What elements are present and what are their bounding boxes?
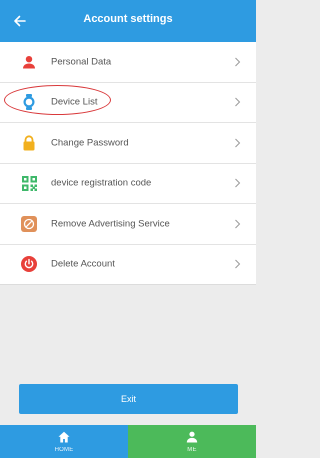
menu-item-label: Remove Advertising Service xyxy=(51,218,170,230)
menu-item-change-password[interactable]: Change Password xyxy=(0,123,256,164)
watch-icon xyxy=(20,93,38,111)
tab-me-label: ME xyxy=(187,447,197,453)
settings-menu: Personal Data Device List Change Passwor… xyxy=(0,42,256,285)
ad-icon xyxy=(20,215,38,233)
person-icon xyxy=(20,53,38,71)
tab-home[interactable]: HOME xyxy=(0,425,128,458)
menu-item-label: Personal Data xyxy=(51,56,112,68)
page-title: Account settings xyxy=(83,13,173,25)
tab-me[interactable]: ME xyxy=(128,425,256,458)
chevron-right-icon xyxy=(232,138,242,148)
menu-item-label: device registration code xyxy=(51,177,152,189)
menu-item-label: Change Password xyxy=(51,137,129,149)
lock-icon xyxy=(20,134,38,152)
menu-item-label: Delete Account xyxy=(51,258,115,270)
chevron-right-icon xyxy=(232,259,242,269)
chevron-right-icon xyxy=(232,219,242,229)
person-icon xyxy=(185,430,199,444)
menu-item-remove-advertising[interactable]: Remove Advertising Service xyxy=(0,204,256,245)
top-bar: Account settings xyxy=(0,0,256,42)
chevron-right-icon xyxy=(232,178,242,188)
home-icon xyxy=(57,430,71,444)
chevron-right-icon xyxy=(232,57,242,67)
menu-item-registration-code[interactable]: device registration code xyxy=(0,164,256,204)
menu-item-device-list[interactable]: Device List xyxy=(0,83,256,123)
menu-item-personal-data[interactable]: Personal Data xyxy=(0,42,256,83)
exit-button[interactable]: Exit xyxy=(19,384,238,414)
power-icon xyxy=(20,255,38,273)
bottom-tab-bar: HOME ME xyxy=(0,425,256,458)
chevron-right-icon xyxy=(232,97,242,107)
menu-item-delete-account[interactable]: Delete Account xyxy=(0,245,256,285)
tab-home-label: HOME xyxy=(54,447,74,453)
menu-item-label: Device List xyxy=(51,96,98,108)
qr-code-icon xyxy=(20,174,38,192)
